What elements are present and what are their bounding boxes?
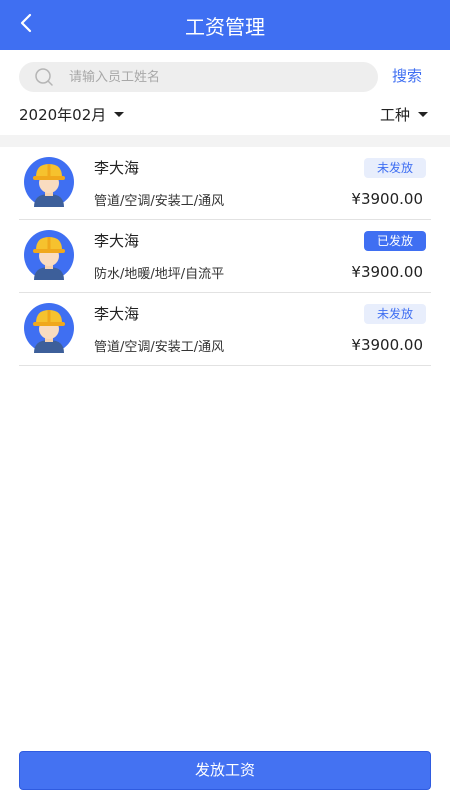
worker-trades: 管道/空调/安装工/通风 — [94, 340, 225, 355]
trade-type-filter-label: 工种 — [379, 105, 410, 124]
salary-amount: ¥3900.00 — [351, 336, 423, 354]
month-filter-label: 2020年02月 — [19, 105, 107, 124]
worker-list-item[interactable]: 李大海 未发放 管道/空调/安装工/通风 ¥3900.00 — [19, 293, 431, 366]
month-filter-dropdown[interactable]: 2020年02月 — [19, 102, 125, 126]
worker-avatar-icon — [24, 303, 74, 353]
worker-name: 李大海 — [94, 305, 140, 323]
worker-list-item[interactable]: 李大海 已发放 防水/地暖/地坪/自流平 ¥3900.00 — [19, 220, 431, 293]
salary-amount: ¥3900.00 — [351, 190, 423, 208]
payment-status-badge: 未发放 — [363, 304, 426, 324]
worker-avatar-icon — [24, 157, 74, 207]
page-title: 工资管理 — [185, 15, 265, 39]
worker-avatar-icon — [24, 230, 74, 280]
worker-trades: 防水/地暖/地坪/自流平 — [94, 267, 225, 282]
worker-name: 李大海 — [94, 159, 140, 177]
app-screen: 工资管理 搜索 2020年02月 工种 — [0, 0, 450, 800]
worker-trades: 管道/空调/安装工/通风 — [94, 194, 225, 209]
payment-status-badge: 未发放 — [363, 158, 426, 178]
filter-bar: 2020年02月 工种 — [0, 102, 450, 130]
salary-amount: ¥3900.00 — [351, 263, 423, 281]
top-navigation-bar: 工资管理 — [0, 0, 450, 50]
worker-name: 李大海 — [94, 232, 140, 250]
section-divider — [0, 135, 450, 147]
search-input[interactable] — [69, 62, 369, 92]
worker-list-item[interactable]: 李大海 未发放 管道/空调/安装工/通风 ¥3900.00 — [19, 147, 431, 220]
search-field-container[interactable] — [19, 62, 378, 92]
caret-down-icon — [114, 111, 125, 117]
caret-down-icon — [418, 111, 428, 117]
search-icon — [35, 68, 53, 86]
trade-type-filter-dropdown[interactable]: 工种 — [380, 102, 428, 126]
pay-salary-button[interactable]: 发放工资 — [19, 751, 431, 790]
search-button[interactable]: 搜索 — [392, 65, 422, 86]
worker-salary-list: 李大海 未发放 管道/空调/安装工/通风 ¥3900.00 李大海 已发放 防水… — [0, 147, 450, 366]
search-bar: 搜索 — [0, 50, 450, 102]
payment-status-badge: 已发放 — [363, 231, 426, 251]
